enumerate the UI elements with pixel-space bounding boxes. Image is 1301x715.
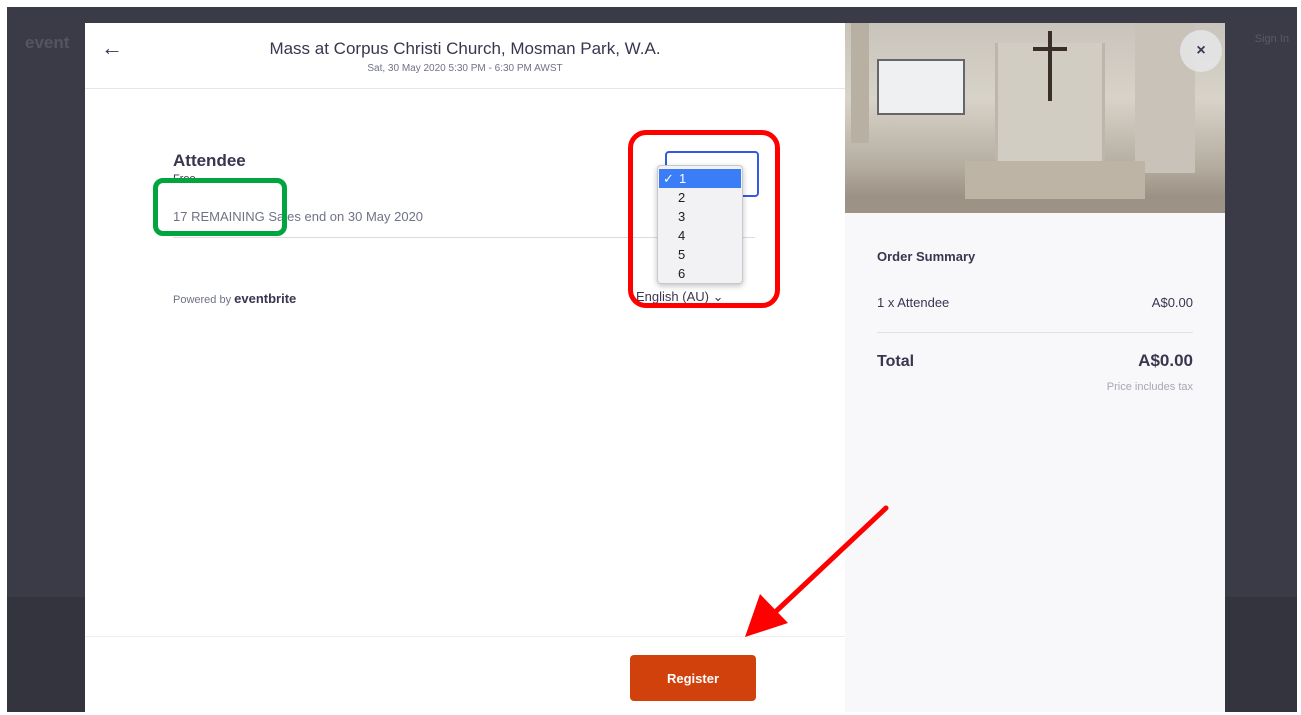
church-window bbox=[851, 23, 869, 143]
annotation-green-highlight bbox=[153, 178, 287, 236]
close-icon[interactable]: × bbox=[1180, 30, 1222, 72]
background-logo: event bbox=[25, 33, 70, 52]
altar-rail bbox=[845, 199, 1225, 213]
background-signin-link[interactable]: Sign In bbox=[1255, 33, 1289, 45]
order-summary-title: Order Summary bbox=[877, 249, 976, 264]
checkout-modal: ← Mass at Corpus Christi Church, Mosman … bbox=[85, 23, 1225, 712]
annotation-red-highlight bbox=[628, 130, 780, 308]
powered-by: Powered by eventbrite bbox=[173, 291, 296, 306]
total-label: Total bbox=[877, 353, 915, 370]
event-title: Mass at Corpus Christi Church, Mosman Pa… bbox=[269, 39, 661, 58]
ticket-name: Attendee bbox=[173, 151, 246, 170]
sales-end-text: Sales end on 30 May 2020 bbox=[268, 209, 424, 224]
order-summary-panel: × Order Summary 1 x Attendee A$0.00 Tota… bbox=[845, 23, 1225, 712]
total-value: A$0.00 bbox=[1138, 351, 1193, 370]
event-image bbox=[845, 23, 1225, 213]
eventbrite-logo[interactable]: eventbrite bbox=[234, 291, 296, 306]
crucifix-bar bbox=[1033, 47, 1067, 51]
ticket-panel: ← Mass at Corpus Christi Church, Mosman … bbox=[85, 23, 845, 712]
background-page: event Sign In ← Mass at Corpus Christi C… bbox=[7, 7, 1297, 712]
powered-by-prefix: Powered by bbox=[173, 294, 235, 306]
order-line-price: A$0.00 bbox=[1151, 295, 1193, 310]
register-button[interactable]: Register bbox=[630, 655, 756, 701]
summary-divider bbox=[877, 332, 1193, 333]
modal-header: ← Mass at Corpus Christi Church, Mosman … bbox=[85, 23, 845, 89]
order-line-label: 1 x Attendee bbox=[877, 295, 950, 310]
event-datetime: Sat, 30 May 2020 5:30 PM - 6:30 PM AWST bbox=[367, 63, 563, 74]
modal-footer: Register bbox=[85, 636, 845, 712]
tax-note: Price includes tax bbox=[1106, 381, 1193, 393]
altar bbox=[965, 161, 1145, 201]
crucifix-icon bbox=[1048, 31, 1052, 101]
projector-screen bbox=[877, 59, 965, 115]
